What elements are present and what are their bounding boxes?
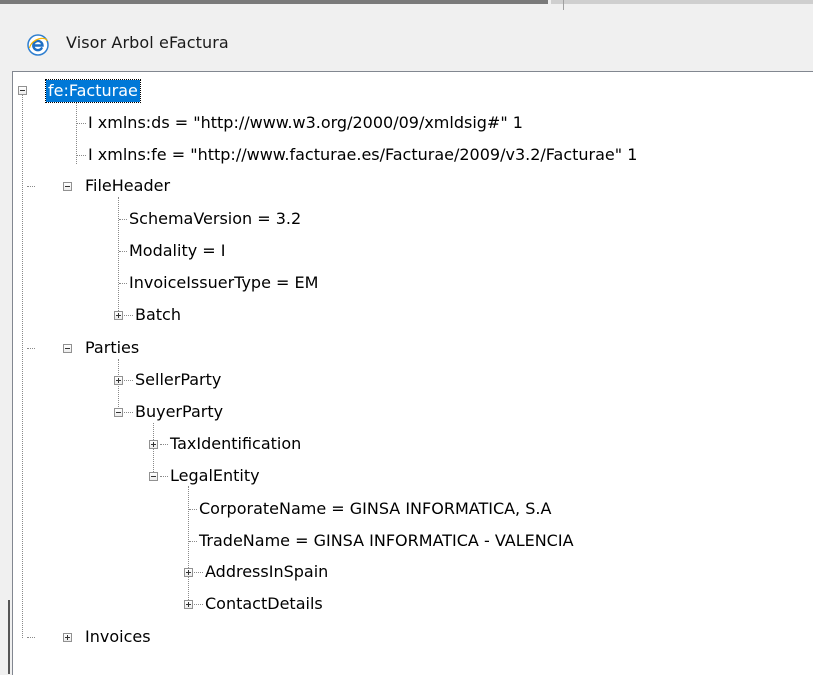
- top-edge-light: [551, 0, 813, 4]
- tree-line: [118, 359, 119, 413]
- tree-node-xmlns-fe[interactable]: I xmlns:fe = "http://www.facturae.es/Fac…: [88, 144, 637, 166]
- tree-line: [118, 197, 119, 315]
- top-edge-dark: [0, 0, 548, 4]
- top-edge: [0, 0, 813, 10]
- tree-line: [22, 95, 23, 638]
- tree-node-invoices[interactable]: Invoices: [85, 626, 151, 648]
- tree-node-modality[interactable]: Modality = I: [129, 240, 225, 262]
- tree-line: [194, 572, 203, 573]
- tree-node-contactdetails[interactable]: ContactDetails: [205, 593, 323, 615]
- tree-line: [194, 604, 203, 605]
- tree-line: [119, 283, 127, 284]
- tree-line: [188, 486, 189, 604]
- tree-line: [124, 412, 133, 413]
- tree-line: [119, 219, 127, 220]
- expand-toggle-taxidentification[interactable]: [149, 440, 158, 449]
- tree-node-fileheader[interactable]: FileHeader: [85, 175, 170, 197]
- tree-node-buyerparty[interactable]: BuyerParty: [135, 401, 223, 423]
- collapse-toggle-root[interactable]: [18, 86, 27, 95]
- tree-line: [27, 637, 35, 638]
- tree-line: [189, 509, 197, 510]
- expand-toggle-addressinspain[interactable]: [184, 568, 193, 577]
- tree-line: [77, 155, 86, 156]
- tree-line: [153, 423, 154, 476]
- collapse-toggle-parties[interactable]: [63, 344, 72, 353]
- tree-node-legalentity[interactable]: LegalEntity: [170, 465, 260, 487]
- tree-node-taxidentification[interactable]: TaxIdentification: [170, 433, 301, 455]
- tree-node-schemaversion[interactable]: SchemaVersion = 3.2: [129, 208, 301, 230]
- tree-line: [124, 315, 133, 316]
- tree-line: [77, 123, 86, 124]
- tree-node-addressinspain[interactable]: AddressInSpain: [205, 561, 328, 583]
- tree-node-invoiceissuertype[interactable]: InvoiceIssuerType = EM: [129, 272, 318, 294]
- xml-tree-view[interactable]: fe:Facturae I xmlns:ds = "http://www.w3.…: [12, 71, 813, 675]
- collapse-toggle-legalentity[interactable]: [149, 472, 158, 481]
- title-bar: Visor Arbol eFactura: [0, 10, 813, 70]
- tree-node-xmlns-ds[interactable]: I xmlns:ds = "http://www.w3.org/2000/09/…: [88, 112, 523, 134]
- tree-line: [27, 186, 35, 187]
- tree-line: [160, 444, 168, 445]
- tree-node-tradename[interactable]: TradeName = GINSA INFORMATICA - VALENCIA: [199, 530, 574, 552]
- expand-toggle-sellerparty[interactable]: [114, 376, 123, 385]
- tree-line: [27, 348, 35, 349]
- tree-node-sellerparty[interactable]: SellerParty: [135, 369, 221, 391]
- collapse-toggle-buyerparty[interactable]: [114, 408, 123, 417]
- collapse-toggle-fileheader[interactable]: [63, 182, 72, 191]
- tree-line: [124, 380, 133, 381]
- window-edge: [8, 600, 10, 674]
- tree-node-batch[interactable]: Batch: [135, 304, 181, 326]
- tree-line: [119, 251, 127, 252]
- tree-node-root[interactable]: fe:Facturae: [45, 79, 141, 103]
- top-edge-separator: [563, 0, 564, 10]
- tree-line: [160, 476, 168, 477]
- expand-toggle-invoices[interactable]: [63, 633, 72, 642]
- tree-node-corporatename[interactable]: CorporateName = GINSA INFORMATICA, S.A: [199, 498, 551, 520]
- window-title: Visor Arbol eFactura: [66, 33, 229, 52]
- ie-e-icon: [27, 34, 49, 56]
- expand-toggle-contactdetails[interactable]: [184, 600, 193, 609]
- tree-node-parties[interactable]: Parties: [85, 337, 139, 359]
- tree-line: [189, 541, 197, 542]
- expand-toggle-batch[interactable]: [114, 311, 123, 320]
